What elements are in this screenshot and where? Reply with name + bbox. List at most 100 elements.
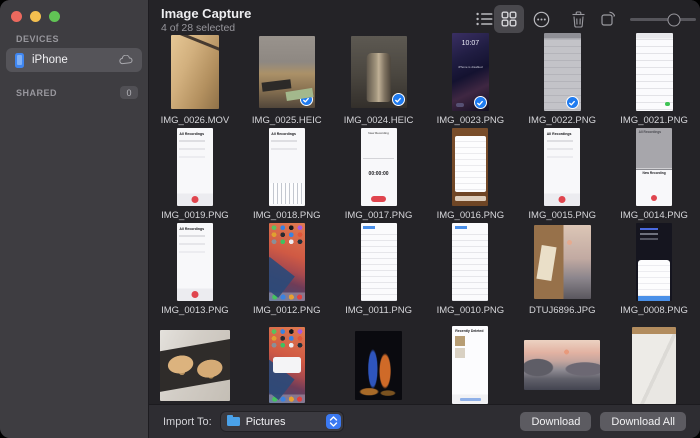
photo-filename: IMG_0026.MOV: [161, 113, 230, 128]
photo-cell[interactable]: All Recordings IMG_0019.PNG: [149, 128, 241, 223]
photo-thumbnail-img_0026-mov[interactable]: [171, 35, 219, 109]
photo-thumbnail-img_0011-png[interactable]: [361, 223, 397, 301]
sidebar: DEVICES iPhone SHARED 0: [0, 0, 148, 438]
photo-thumbnail-img_0019-png[interactable]: All Recordings: [177, 128, 213, 206]
photo-thumbnail[interactable]: Recently Deleted: [452, 326, 488, 404]
photo-filename: DTUJ6896.JPG: [529, 303, 596, 318]
photo-thumbnail-img_0016-png[interactable]: [452, 128, 488, 206]
photo-thumbnail-img_0012-png[interactable]: [269, 223, 305, 301]
photo-filename: IMG_0008.PNG: [620, 303, 688, 318]
photo-cell[interactable]: IMG_0026.MOV: [149, 33, 241, 128]
photo-grid-row: Recently Deleted: [149, 326, 700, 404]
sidebar-item-shared[interactable]: SHARED 0: [16, 86, 138, 99]
photo-cell[interactable]: DTUJ6896.JPG: [516, 223, 608, 318]
photo-cell[interactable]: IMG_0021.PNG: [608, 33, 700, 128]
photo-thumbnail-img_0024-heic[interactable]: [351, 36, 407, 108]
selected-checkmark-badge: [474, 96, 487, 109]
photo-cell[interactable]: IMG_0012.PNG: [241, 223, 333, 318]
photo-filename: IMG_0010.PNG: [437, 303, 505, 318]
photo-cell[interactable]: All Recordings IMG_0013.PNG: [149, 223, 241, 318]
thumbnail-overlay-text: All Recordings: [179, 133, 204, 137]
photo-thumbnail-img_0025-heic[interactable]: [259, 36, 315, 108]
photo-cell[interactable]: Recently Deleted: [424, 326, 516, 404]
thumbnail-overlay-text: iPhone is disabled: [452, 66, 489, 69]
photo-cell[interactable]: IMG_0008.PNG: [608, 223, 700, 318]
device-name: iPhone: [32, 54, 111, 66]
photo-thumbnail[interactable]: [632, 327, 676, 404]
photo-cell[interactable]: IMG_0010.PNG: [424, 223, 516, 318]
photo-thumbnail-img_0010-png[interactable]: [452, 223, 488, 301]
photo-grid-row: IMG_0026.MOV IMG_0025.HEIC IMG_0024.HEIC 10…: [149, 33, 700, 128]
photo-cell[interactable]: New Recording 00:00:00 IMG_0017.PNG: [333, 128, 425, 223]
photo-cell[interactable]: IMG_0025.HEIC: [241, 33, 333, 128]
photo-thumbnail-dtuj6896-jpg[interactable]: [534, 225, 591, 299]
import-destination-select[interactable]: Pictures: [221, 412, 343, 431]
photo-thumbnail[interactable]: [524, 340, 600, 390]
photo-filename: IMG_0011.PNG: [345, 303, 412, 318]
iphone-icon: [15, 53, 24, 68]
photo-thumbnail-img_0014-png[interactable]: All RecordingsNew Recording: [636, 128, 672, 206]
photo-thumbnail-img_0021-png[interactable]: [636, 33, 673, 111]
photo-thumbnail-img_0023-png[interactable]: 10:07 iPhone is disabled: [452, 33, 489, 111]
photo-grid-row: All RecordingsIMG_0019.PNGAll Recordings…: [149, 128, 700, 223]
photo-filename: IMG_0019.PNG: [161, 208, 229, 223]
photo-filename: IMG_0018.PNG: [253, 208, 321, 223]
selected-checkmark-badge: [300, 93, 313, 106]
window-controls: [11, 11, 60, 22]
thumbnail-overlay-text: New Recording: [361, 132, 397, 135]
photo-cell[interactable]: [333, 326, 425, 404]
photo-thumbnail-img_0022-png[interactable]: [544, 33, 581, 111]
zoom-button[interactable]: [49, 11, 60, 22]
photo-thumbnail[interactable]: [160, 330, 230, 401]
photo-cell[interactable]: IMG_0016.PNG: [424, 128, 516, 223]
folder-icon: [227, 417, 240, 426]
photo-filename: IMG_0017.PNG: [345, 208, 413, 223]
photo-cell[interactable]: All Recordings IMG_0015.PNG: [516, 128, 608, 223]
photo-filename: IMG_0016.PNG: [437, 208, 505, 223]
photo-cell[interactable]: IMG_0024.HEIC: [333, 33, 425, 128]
photo-filename: IMG_0015.PNG: [528, 208, 596, 223]
footer-bar: Import To: Pictures Download Download Al…: [149, 404, 700, 438]
photo-cell[interactable]: 10:07iPhone is disabledIMG_0023.PNG: [424, 33, 516, 128]
download-all-button[interactable]: Download All: [600, 412, 686, 431]
import-to-label: Import To:: [163, 416, 212, 428]
photo-cell[interactable]: [516, 326, 608, 404]
thumbnail-overlay-text: All Recordings: [271, 133, 296, 137]
thumbnail-overlay-text: 10:07: [452, 40, 489, 47]
thumbnail-overlay-text: All Recordings: [179, 228, 204, 232]
photo-cell[interactable]: All RecordingsNew Recording IMG_0014.PNG: [608, 128, 700, 223]
photo-filename: IMG_0012.PNG: [253, 303, 321, 318]
photo-cell[interactable]: All Recordings IMG_0018.PNG: [241, 128, 333, 223]
photo-cell[interactable]: [149, 326, 241, 404]
photo-cell[interactable]: [608, 326, 700, 404]
cloud-icon: [119, 55, 133, 65]
download-button[interactable]: Download: [520, 412, 591, 431]
devices-section-label: DEVICES: [16, 34, 132, 44]
photo-cell[interactable]: [241, 326, 333, 404]
minimize-button[interactable]: [30, 11, 41, 22]
sidebar-item-iphone[interactable]: iPhone: [6, 48, 142, 72]
shared-section-label: SHARED: [16, 88, 57, 98]
thumbnail-overlay-text: New Recording: [636, 172, 672, 175]
image-capture-window: DEVICES iPhone SHARED 0 Image Capture 4 …: [0, 0, 700, 438]
photo-filename: IMG_0024.HEIC: [344, 113, 414, 128]
photo-cell[interactable]: IMG_0022.PNG: [516, 33, 608, 128]
selected-checkmark-badge: [392, 93, 405, 106]
photo-thumbnail-img_0008-png[interactable]: [636, 223, 672, 301]
thumbnail-overlay-text: 00:00:00: [361, 172, 397, 177]
main-content: Image Capture 4 of 28 selected: [148, 0, 700, 438]
photo-filename: IMG_0013.PNG: [161, 303, 229, 318]
photo-filename: IMG_0014.PNG: [620, 208, 688, 223]
photo-thumbnail[interactable]: [269, 327, 305, 403]
selected-checkmark-badge: [566, 96, 579, 109]
photo-filename: IMG_0021.PNG: [620, 113, 688, 128]
photo-cell[interactable]: IMG_0011.PNG: [333, 223, 425, 318]
photo-filename: IMG_0025.HEIC: [252, 113, 322, 128]
shared-count-badge: 0: [120, 86, 138, 99]
close-button[interactable]: [11, 11, 22, 22]
photo-thumbnail-img_0013-png[interactable]: All Recordings: [177, 223, 213, 301]
photo-thumbnail-img_0015-png[interactable]: All Recordings: [544, 128, 580, 206]
photo-thumbnail-img_0018-png[interactable]: All Recordings: [269, 128, 305, 206]
photo-thumbnail-img_0017-png[interactable]: New Recording 00:00:00: [361, 128, 397, 206]
photo-thumbnail[interactable]: [355, 331, 402, 400]
